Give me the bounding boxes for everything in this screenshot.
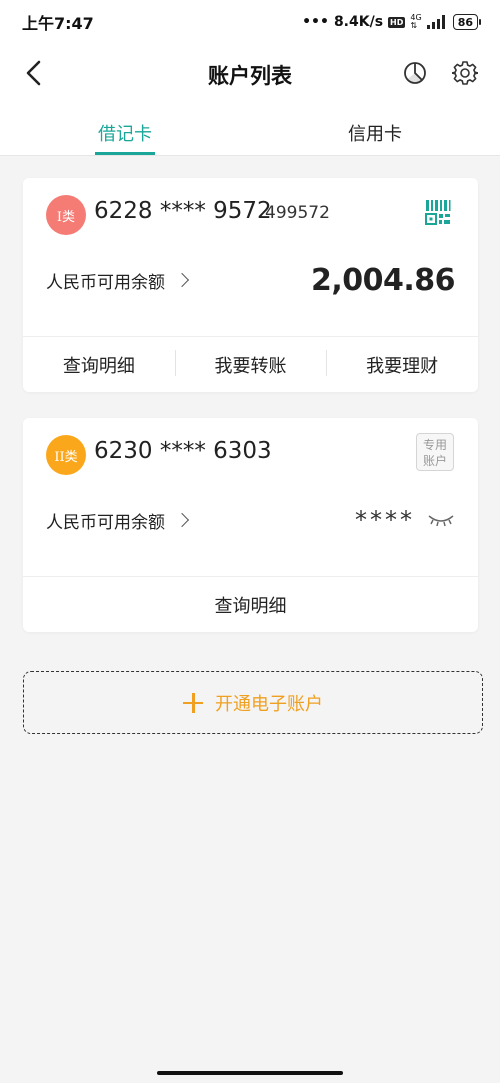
open-electronic-account-button[interactable]: 开通电子账户 (23, 671, 483, 734)
card-number: 6228 **** 9572 (94, 198, 272, 224)
tab-credit-card[interactable]: 信用卡 (250, 106, 500, 155)
pie-chart-icon (404, 62, 426, 84)
plus-icon (183, 692, 203, 713)
gear-icon (452, 61, 478, 85)
page-title: 账户列表 (208, 64, 292, 88)
masked-balance: **** (355, 506, 455, 534)
cell-signal-icon (426, 15, 445, 29)
qr-code-icon[interactable] (424, 198, 452, 226)
navigation-bar: 账户列表 (0, 44, 500, 106)
status-time: 上午7:47 (22, 14, 94, 33)
special-account-tag: 专用 账户 (416, 433, 454, 471)
balance-masked: **** (355, 506, 415, 534)
account-actions: 查询明细 (23, 576, 478, 632)
account-actions: 查询明细 我要转账 我要理财 (23, 336, 478, 392)
signal-dots-icon: ••• (302, 14, 329, 30)
tab-debit-card[interactable]: 借记卡 (0, 106, 250, 155)
balance-row: 人民币可用余额 **** (46, 498, 455, 542)
card-number-suffix: 499572 (265, 203, 330, 223)
settings-button[interactable] (450, 58, 480, 88)
chevron-right-icon (174, 512, 190, 528)
hd-icon: HD (388, 16, 406, 28)
battery-icon: 86 (452, 14, 482, 30)
home-indicator[interactable] (157, 1071, 343, 1075)
wealth-management-button[interactable]: 我要理财 (326, 349, 478, 378)
balance-row: 人民币可用余额 2,004.86 (46, 258, 456, 302)
transfer-button[interactable]: 我要转账 (174, 349, 327, 378)
top-area: 上午7:47 ••• 8.4K/s HD 4G ⇅ 86 账户列表 借记卡 信用… (0, 0, 500, 156)
query-details-button[interactable]: 查询明细 (23, 592, 478, 618)
eye-closed-icon[interactable] (427, 512, 455, 528)
network-speed: 8.4K/s (333, 14, 384, 30)
balance-detail-link[interactable]: 人民币可用余额 (46, 268, 190, 293)
network-type: 4G ⇅ (410, 13, 422, 30)
query-details-button[interactable]: 查询明细 (23, 352, 175, 378)
card-number: 6230 **** 6303 (94, 438, 272, 464)
nav-actions (400, 58, 480, 88)
account-class-badge: I类 (46, 195, 86, 235)
balance-detail-link[interactable]: 人民币可用余额 (46, 508, 190, 533)
back-arrow-icon (26, 60, 41, 86)
status-icons: ••• 8.4K/s HD 4G ⇅ 86 (302, 13, 482, 30)
data-arrows-icon: ⇅ (410, 21, 418, 30)
balance-amount: 2,004.86 (310, 262, 456, 298)
account-class-badge: II类 (46, 435, 86, 475)
balance-label: 人民币可用余额 (46, 272, 165, 293)
statistics-button[interactable] (400, 58, 430, 88)
chevron-right-icon (174, 272, 190, 288)
status-bar: 上午7:47 ••• 8.4K/s HD 4G ⇅ 86 (0, 0, 500, 44)
back-button[interactable] (18, 58, 48, 88)
open-account-label: 开通电子账户 (215, 693, 323, 715)
balance-label: 人民币可用余额 (46, 512, 165, 533)
account-card-class1[interactable]: I类 6228 **** 9572 499572 人民币可用余额 2,004.8… (23, 178, 478, 392)
card-type-tabs: 借记卡 信用卡 (0, 106, 500, 156)
account-card-class2[interactable]: II类 6230 **** 6303 专用 账户 人民币可用余额 **** 查询明… (23, 418, 478, 632)
